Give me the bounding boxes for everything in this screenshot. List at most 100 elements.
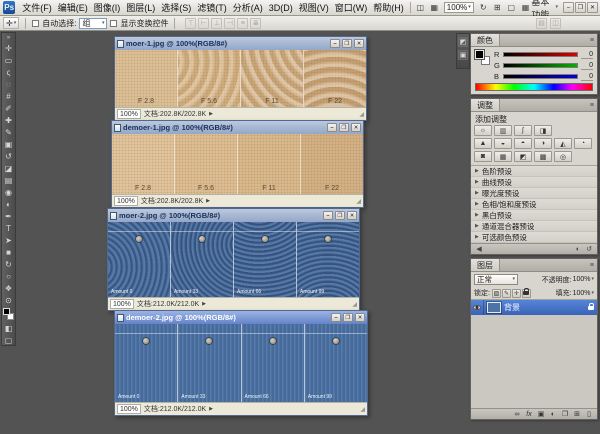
resize-grip-icon[interactable]: ◢ xyxy=(352,301,357,308)
gradient-tool[interactable]: ▤ xyxy=(2,174,15,186)
foreground-color-swatch[interactable] xyxy=(3,308,10,315)
preset-group-row[interactable]: ▶曲线预设 xyxy=(471,177,597,188)
arrange-documents-icon[interactable]: ⊞ xyxy=(491,2,504,14)
document-canvas[interactable]: F 2.8F 5.6F 11F 22 xyxy=(115,50,366,107)
opacity-value[interactable]: 100% xyxy=(573,276,591,283)
align-top-edges-icon[interactable]: ⊤ xyxy=(185,18,196,29)
close-button[interactable]: ✕ xyxy=(354,39,364,48)
photoshop-logo[interactable]: Ps xyxy=(3,1,15,14)
eraser-tool[interactable]: ◪ xyxy=(2,162,15,174)
status-popup-icon[interactable]: ▶ xyxy=(209,406,213,412)
expand-triangle-icon[interactable]: ▶ xyxy=(475,190,479,196)
auto-select-mode-select[interactable]: 组 ▾ xyxy=(79,18,107,29)
shape-tool[interactable]: ■ xyxy=(2,246,15,258)
minimize-button[interactable]: – xyxy=(330,39,340,48)
visibility-toggle[interactable] xyxy=(471,300,484,315)
history-brush-tool[interactable]: ↺ xyxy=(2,150,15,162)
tool-preset-picker[interactable]: ✛ ▾ xyxy=(3,17,19,29)
collapsed-panel-icon-a[interactable]: ◩ xyxy=(458,37,468,47)
zoom-tool[interactable]: ⊙ xyxy=(2,294,15,306)
tab-color[interactable]: 颜色 xyxy=(471,34,500,46)
close-button[interactable]: ✕ xyxy=(587,2,598,13)
align-bottom-edges-icon[interactable]: ⊥ xyxy=(211,18,222,29)
curves-icon[interactable]: ∫ xyxy=(514,125,532,136)
menu-item-7[interactable]: 3D(D) xyxy=(266,3,296,13)
menu-item-3[interactable]: 图层(L) xyxy=(123,1,158,14)
resize-grip-icon[interactable]: ◢ xyxy=(360,406,365,413)
window-titlebar[interactable]: moer-1.jpg @ 100%(RGB/8#)–❐✕ xyxy=(115,37,366,50)
delete-layer-icon[interactable]: ▯ xyxy=(585,410,593,419)
menu-item-5[interactable]: 滤镜(T) xyxy=(194,1,230,14)
channel-value-input[interactable]: 0 xyxy=(581,73,593,81)
channel-mixer-icon[interactable]: ◔ xyxy=(574,138,592,149)
minimize-button[interactable]: – xyxy=(563,2,574,13)
launch-bridge-icon[interactable]: ◫ xyxy=(414,2,427,14)
tab-adjustments[interactable]: 调整 xyxy=(471,99,500,111)
clone-stamp-tool[interactable]: ▣ xyxy=(2,138,15,150)
expand-triangle-icon[interactable]: ▶ xyxy=(475,168,479,174)
marquee-tool[interactable]: ▭ xyxy=(2,54,15,66)
maximize-button[interactable]: ❐ xyxy=(343,313,353,322)
zoom-level-control[interactable]: 100% ▾ xyxy=(444,2,474,13)
hand-tool[interactable]: ❖ xyxy=(2,282,15,294)
document-canvas[interactable]: F 2.8F 5.6F 11F 22 xyxy=(112,134,363,194)
toolbar-collapse-icon[interactable]: » xyxy=(7,34,10,42)
brush-tool[interactable]: ✎ xyxy=(2,126,15,138)
zoom-input[interactable]: 100% xyxy=(117,404,141,414)
options-extra-icon[interactable]: ◫ xyxy=(550,18,561,29)
lock-position-icon[interactable]: ✛ xyxy=(512,289,521,298)
link-layers-icon[interactable]: ∞ xyxy=(513,410,521,419)
status-popup-icon[interactable]: ▶ xyxy=(202,301,206,307)
resize-grip-icon[interactable]: ◢ xyxy=(359,111,364,118)
layer-thumbnail[interactable] xyxy=(487,302,501,313)
lock-transparency-icon[interactable]: ▨ xyxy=(492,289,501,298)
clip-to-layer-icon[interactable]: ◐ xyxy=(574,245,582,254)
foreground-background-swatches[interactable] xyxy=(475,50,490,65)
type-tool[interactable]: T xyxy=(2,222,15,234)
lock-pixels-icon[interactable]: ✎ xyxy=(502,289,511,298)
panel-menu-icon[interactable]: ≡ xyxy=(587,99,597,111)
preset-group-row[interactable]: ▶色相/饱和度预设 xyxy=(471,199,597,210)
path-selection-tool[interactable]: ➤ xyxy=(2,234,15,246)
distribute-horizontal-icon[interactable]: ≡ xyxy=(237,18,248,29)
menu-item-8[interactable]: 视图(V) xyxy=(296,1,332,14)
lock-all-icon[interactable] xyxy=(522,289,531,298)
channel-value-input[interactable]: 0 xyxy=(581,62,593,70)
layer-row-background[interactable]: 背景 xyxy=(471,300,597,315)
resize-grip-icon[interactable]: ◢ xyxy=(356,198,361,205)
maximize-button[interactable]: ❐ xyxy=(339,123,349,132)
brightness-contrast-icon[interactable]: ☼ xyxy=(474,125,492,136)
menu-item-9[interactable]: 窗口(W) xyxy=(332,1,371,14)
black-white-icon[interactable]: ◑ xyxy=(534,138,552,149)
expand-triangle-icon[interactable]: ▶ xyxy=(475,234,479,240)
auto-align-layers-icon[interactable]: ▤ xyxy=(536,18,547,29)
tab-layers[interactable]: 图层 xyxy=(471,259,500,271)
reset-adjustment-icon[interactable]: ↺ xyxy=(585,245,593,254)
channel-value-input[interactable]: 0 xyxy=(581,51,593,59)
blend-mode-select[interactable]: 正常 ▾ xyxy=(474,274,518,285)
menu-item-6[interactable]: 分析(A) xyxy=(230,1,266,14)
document-canvas[interactable]: Amount 0Amount 33Amount 66Amount 99 xyxy=(108,222,359,297)
add-layer-mask-icon[interactable]: ▣ xyxy=(537,410,545,419)
maximize-button[interactable]: ❐ xyxy=(575,2,586,13)
menu-item-2[interactable]: 图像(I) xyxy=(91,1,124,14)
color-spectrum-ramp[interactable] xyxy=(475,83,593,91)
fill-value[interactable]: 100% xyxy=(573,290,591,297)
selective-color-icon[interactable]: ◎ xyxy=(554,151,572,162)
menu-item-0[interactable]: 文件(F) xyxy=(19,1,55,14)
channel-slider[interactable] xyxy=(503,74,578,79)
maximize-button[interactable]: ❐ xyxy=(335,211,345,220)
menu-item-10[interactable]: 帮助(H) xyxy=(370,1,407,14)
expand-triangle-icon[interactable]: ▶ xyxy=(475,179,479,185)
window-titlebar[interactable]: demoer-2.jpg @ 100%(RGB/8#)–❐✕ xyxy=(115,311,367,324)
status-popup-icon[interactable]: ▶ xyxy=(206,198,210,204)
color-balance-icon[interactable]: ◓ xyxy=(514,138,532,149)
gradient-map-icon[interactable]: ▩ xyxy=(534,151,552,162)
view-extras-icon[interactable]: ▦ xyxy=(428,2,441,14)
expand-triangle-icon[interactable]: ▶ xyxy=(475,223,479,229)
align-left-edges-icon[interactable]: ⊣ xyxy=(224,18,235,29)
eyedropper-tool[interactable]: ✐ xyxy=(2,102,15,114)
minimize-button[interactable]: – xyxy=(323,211,333,220)
lasso-tool[interactable]: ς xyxy=(2,66,15,78)
layer-style-icon[interactable]: fx xyxy=(525,410,533,419)
